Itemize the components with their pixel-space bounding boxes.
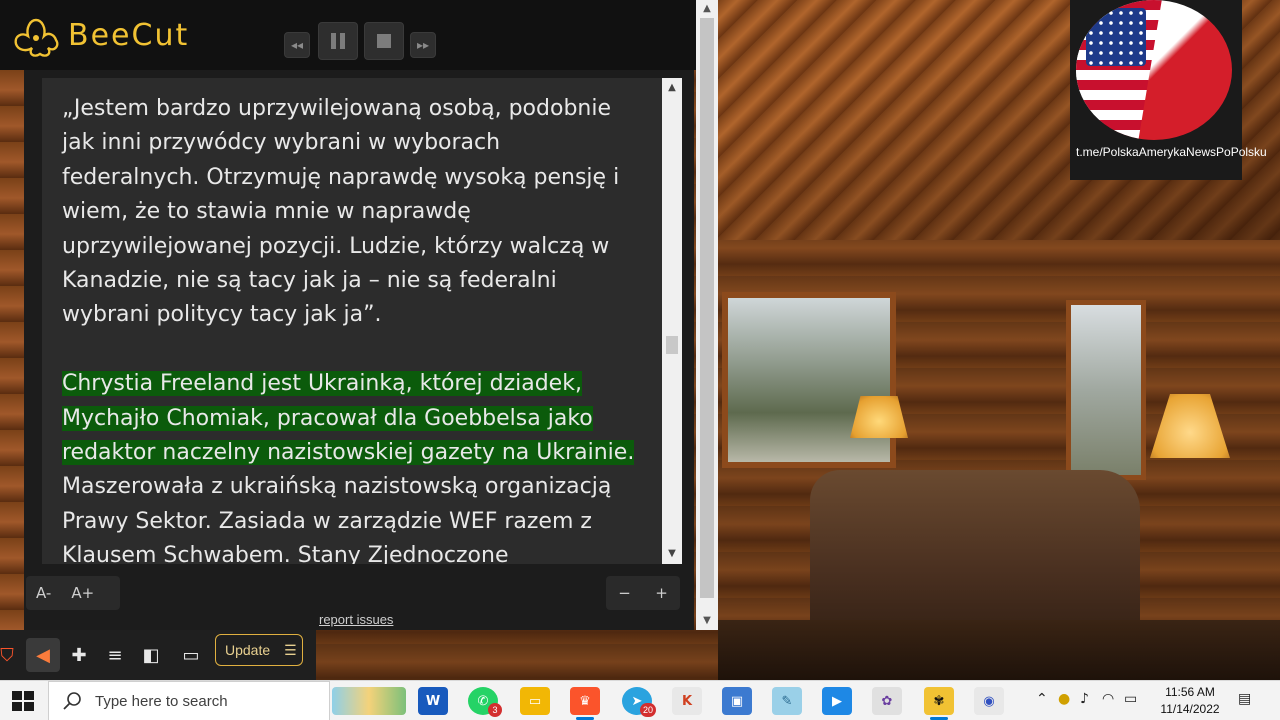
highlighted-sentence: Chrystia Freeland jest Ukrainką, której … <box>62 371 635 466</box>
channel-link-text: t.me/PolskaAmerykaNewsPoPolsku <box>1076 145 1267 159</box>
us-poland-flag-icon <box>1076 0 1232 140</box>
page-scroll-thumb[interactable] <box>700 18 714 598</box>
zoom-controls: − + <box>606 576 680 610</box>
app-title: BeeCut <box>68 18 190 53</box>
paragraph-rest: Maszerowała z ukraińską nazistowską orga… <box>62 474 612 564</box>
reader-text: „Jestem bardzo uprzywilejowaną osobą, po… <box>42 78 662 564</box>
font-decrease-button[interactable]: A- <box>26 584 61 602</box>
news-widget-icon[interactable] <box>332 687 406 715</box>
background-log-wall <box>0 70 26 680</box>
menu-icon: ☰ <box>284 641 297 658</box>
brave-lion-icon[interactable]: ⛉ <box>0 638 24 672</box>
update-label: Update <box>225 642 271 658</box>
forward-button[interactable]: ▸▸ <box>410 32 436 58</box>
video-player-icon[interactable]: ▶ <box>822 687 852 715</box>
search-placeholder: Type here to search <box>95 693 228 710</box>
bee-logo-icon <box>14 18 59 57</box>
taskbar-search-box[interactable]: Type here to search <box>48 681 330 720</box>
background-floor <box>718 620 1280 680</box>
scroll-up-icon[interactable]: ▲ <box>662 80 682 96</box>
paragraph-quote: „Jestem bardzo uprzywilejowaną osobą, po… <box>62 96 620 328</box>
background-window <box>722 292 896 468</box>
zoom-in-button[interactable]: + <box>645 584 678 602</box>
font-size-controls: A- A+ <box>26 576 120 610</box>
reader-scroll-thumb[interactable] <box>666 336 678 354</box>
photos-icon[interactable]: ▣ <box>722 687 752 715</box>
speaker-icon[interactable]: ◀ <box>26 638 60 672</box>
reader-content[interactable]: „Jestem bardzo uprzywilejowaną osobą, po… <box>42 78 662 564</box>
notifications-icon[interactable]: ▤ <box>1238 691 1251 707</box>
beecut-taskbar-icon[interactable]: ✾ <box>924 687 954 720</box>
reader-panel: „Jestem bardzo uprzywilejowaną osobą, po… <box>24 70 694 630</box>
channel-badge: t.me/PolskaAmerykaNewsPoPolsku <box>1070 0 1267 180</box>
browser-toolbar: ⛉ ◀ ✚ ≡ ◧ ▭ Update ☰ <box>0 630 316 680</box>
rewind-button[interactable]: ◂◂ <box>284 32 310 58</box>
pause-icon <box>331 33 345 49</box>
pause-button[interactable] <box>318 22 358 60</box>
page-scrollbar[interactable]: ▲ ▼ <box>696 0 718 630</box>
battery-icon[interactable]: ▭ <box>1124 691 1137 707</box>
rewind-icon: ◂◂ <box>290 38 304 52</box>
page-scroll-down-icon[interactable]: ▼ <box>696 613 718 629</box>
show-hidden-icons-icon[interactable]: ⌃ <box>1036 691 1048 707</box>
stop-button[interactable] <box>364 22 404 60</box>
zoom-out-button[interactable]: − <box>608 584 641 602</box>
report-issues-link[interactable]: report issues <box>319 612 393 627</box>
app-icon-k[interactable]: K <box>672 687 702 715</box>
stop-icon <box>377 34 391 48</box>
brave-browser-icon[interactable]: ♛ <box>570 687 600 720</box>
windows-start-icon[interactable] <box>12 691 34 711</box>
forward-icon: ▸▸ <box>416 38 430 52</box>
update-button[interactable]: Update ☰ <box>215 634 303 666</box>
paint-icon[interactable]: ✿ <box>872 687 902 715</box>
scroll-down-icon[interactable]: ▼ <box>662 546 682 562</box>
clock-time: 11:56 AM <box>1165 685 1215 699</box>
playlist-icon[interactable]: ≡ <box>98 638 132 672</box>
font-increase-button[interactable]: A+ <box>61 584 104 602</box>
taskbar-clock[interactable]: 11:56 AM 11/14/2022 <box>1156 684 1224 718</box>
whatsapp-icon[interactable]: ✆ 3 <box>468 687 502 717</box>
tray-app-icon[interactable]: ● <box>1058 691 1070 707</box>
reader-footer: A- A+ − + <box>24 572 694 616</box>
recorder-icon[interactable]: ◉ <box>974 687 1004 715</box>
wallet-icon[interactable]: ▭ <box>174 638 208 672</box>
windows-taskbar: Type here to search W ✆ 3 ▭ ♛ ➤ 20 K ▣ ✎ ▶… <box>0 680 1280 720</box>
word-icon[interactable]: W <box>418 687 448 715</box>
extensions-icon[interactable]: ✚ <box>62 638 96 672</box>
paragraph-freeland: Chrystia Freeland jest Ukrainką, której … <box>62 367 642 564</box>
wifi-icon[interactable]: ◠ <box>1102 691 1114 707</box>
notepad-icon[interactable]: ✎ <box>772 687 802 715</box>
microphone-icon[interactable]: ♪ <box>1080 691 1089 707</box>
background-window-right <box>1066 300 1146 480</box>
file-explorer-icon[interactable]: ▭ <box>520 687 550 715</box>
sidebar-icon[interactable]: ◧ <box>134 638 168 672</box>
reader-scrollbar[interactable]: ▲ ▼ <box>662 78 682 564</box>
telegram-icon[interactable]: ➤ 20 <box>622 687 656 717</box>
search-icon <box>63 692 81 710</box>
page-scroll-up-icon[interactable]: ▲ <box>696 1 718 17</box>
telegram-badge: 20 <box>639 703 656 717</box>
whatsapp-badge: 3 <box>488 703 502 717</box>
beecut-header: BeeCut ◂◂ ▸▸ <box>0 0 700 70</box>
clock-date: 11/14/2022 <box>1160 702 1220 716</box>
